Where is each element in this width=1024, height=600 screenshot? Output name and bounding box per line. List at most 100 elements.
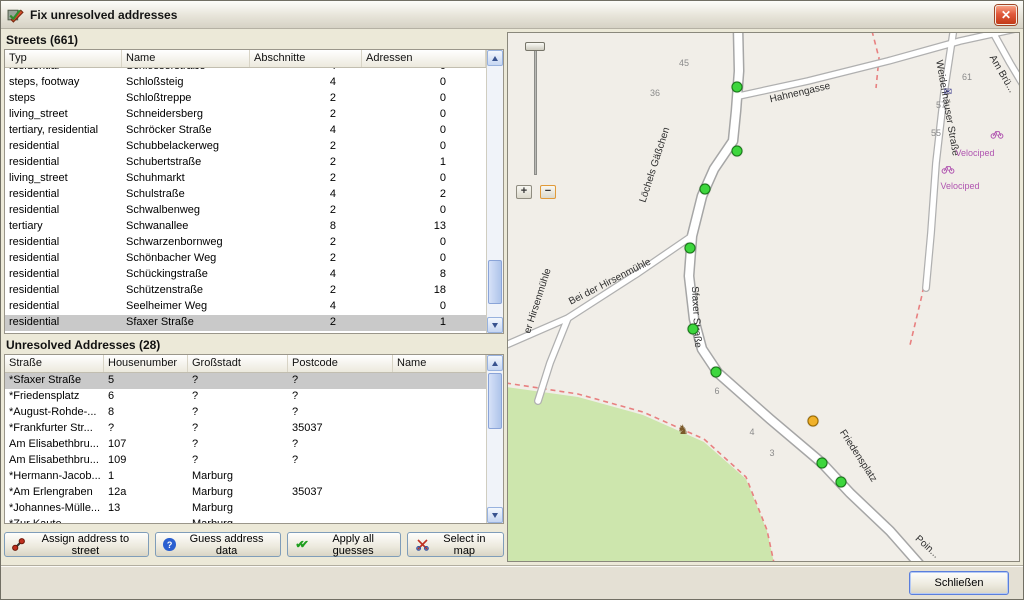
table-row[interactable]: residentialSeelheimer Weg40 (5, 299, 486, 315)
zoom-slider-handle[interactable] (525, 42, 545, 51)
column-header-strasse[interactable]: Straße (5, 355, 104, 372)
table-cell: 0 (362, 91, 486, 107)
table-row[interactable]: *Sfaxer Straße5?? (5, 373, 486, 389)
table-cell: 0 (362, 75, 486, 91)
table-cell (104, 517, 188, 523)
zoom-in-button[interactable]: + (516, 185, 532, 199)
table-row[interactable]: steps, footwaySchloßsteig40 (5, 75, 486, 91)
table-cell: ? (188, 421, 288, 437)
table-row[interactable]: residentialSfaxer Straße21 (5, 315, 486, 331)
table-cell: 0 (362, 107, 486, 123)
table-cell: Schloßsteig (122, 75, 250, 91)
table-cell: 2 (250, 235, 362, 251)
table-row[interactable]: tertiary, residentialSchröcker Straße40 (5, 123, 486, 139)
apply-guesses-button[interactable]: ✔✔ Apply all guesses (287, 532, 401, 557)
table-cell: 0 (362, 203, 486, 219)
table-row[interactable]: stepsSchloßtreppe20 (5, 91, 486, 107)
close-icon[interactable]: ✕ (995, 5, 1017, 25)
table-row[interactable]: *August-Rohde-...8?? (5, 405, 486, 421)
table-cell: 4 (250, 123, 362, 139)
table-row[interactable]: residentialSchubertstraße21 (5, 155, 486, 171)
map-view[interactable]: HahnengasseLöchels GäßchenWeidenhäuser S… (507, 32, 1020, 562)
column-header-postcode[interactable]: Postcode (288, 355, 393, 372)
column-header-housenumber[interactable]: Housenumber (104, 355, 188, 372)
table-cell: *Frankfurter Str... (5, 421, 104, 437)
select-in-map-button[interactable]: Select in map (407, 532, 504, 557)
guess-address-button[interactable]: ? Guess address data (155, 532, 281, 557)
street-label: Hahnengasse (769, 81, 832, 106)
table-cell: 35037 (288, 485, 393, 501)
table-row[interactable]: residentialSchlosserstraße40 (5, 68, 486, 75)
table-row[interactable]: residentialSchwarzenbornweg20 (5, 235, 486, 251)
address-marker-green[interactable] (685, 243, 696, 254)
table-row[interactable]: *Hermann-Jacob...1Marburg (5, 469, 486, 485)
table-row[interactable]: living_streetSchuhmarkt20 (5, 171, 486, 187)
table-cell: tertiary (5, 219, 122, 235)
table-cell: 4 (250, 187, 362, 203)
table-cell: Schubertstraße (122, 155, 250, 171)
table-cell: 0 (362, 171, 486, 187)
column-header-grossstadt[interactable]: Großstadt (188, 355, 288, 372)
address-marker-green[interactable] (700, 184, 711, 195)
address-marker-green[interactable] (732, 146, 743, 157)
zoom-out-button[interactable]: − (540, 185, 556, 199)
title-bar[interactable]: Fix unresolved addresses ✕ (1, 1, 1023, 29)
table-cell: ? (188, 453, 288, 469)
house-number-label: 4 (749, 427, 754, 437)
table-row[interactable]: *Friedensplatz6?? (5, 389, 486, 405)
column-header-name[interactable]: Name (393, 355, 486, 372)
scroll-thumb[interactable] (488, 373, 502, 429)
address-marker-orange[interactable] (808, 416, 819, 427)
table-cell: residential (5, 139, 122, 155)
house-number-label: 45 (679, 58, 689, 68)
table-row[interactable]: *Zur Kaute...Marburg (5, 517, 486, 523)
scroll-down-button[interactable] (487, 317, 503, 333)
scroll-thumb[interactable] (488, 260, 502, 304)
addresses-vertical-scrollbar[interactable] (486, 355, 503, 523)
schliessen-button[interactable]: Schließen (909, 571, 1009, 595)
scroll-up-button[interactable] (487, 355, 503, 371)
table-row[interactable]: residentialSchubbelackerweg20 (5, 139, 486, 155)
table-row[interactable]: residentialSchulstraße42 (5, 187, 486, 203)
streets-vertical-scrollbar[interactable] (486, 50, 503, 333)
table-cell: *August-Rohde-... (5, 405, 104, 421)
table-cell: 5 (104, 373, 188, 389)
table-cell: 109 (104, 453, 188, 469)
house-number-label: 57 (936, 100, 946, 110)
table-cell: 1 (362, 155, 486, 171)
table-row[interactable]: *Frankfurter Str...??35037 (5, 421, 486, 437)
addresses-table-rows: *Sfaxer Straße5??*Friedensplatz6??*Augus… (5, 373, 486, 523)
table-row[interactable]: Am Elisabethbru...109?? (5, 453, 486, 469)
table-row[interactable]: living_streetSchneidersberg20 (5, 107, 486, 123)
table-cell: Schuhmarkt (122, 171, 250, 187)
column-header-name[interactable]: Name (122, 50, 250, 67)
address-marker-green[interactable] (836, 477, 847, 488)
column-header-abschnitte[interactable]: Abschnitte (250, 50, 362, 67)
scroll-up-button[interactable] (487, 50, 503, 66)
table-row[interactable]: *Johannes-Mülle...13Marburg (5, 501, 486, 517)
table-cell: ? (188, 405, 288, 421)
table-row[interactable]: residentialSchützenstraße218 (5, 283, 486, 299)
street-label: Am Brü... (987, 53, 1017, 95)
assign-address-button[interactable]: Assign address to street (4, 532, 149, 557)
table-row[interactable]: residentialSchückingstraße48 (5, 267, 486, 283)
dialog-content: Streets (661) Typ Name Abschnitte Adress… (1, 29, 1023, 565)
arrow-down-icon (492, 323, 498, 328)
address-marker-green[interactable] (817, 458, 828, 469)
scroll-down-button[interactable] (487, 507, 503, 523)
address-marker-green[interactable] (732, 82, 743, 93)
table-row[interactable]: residentialSchönbacher Weg20 (5, 251, 486, 267)
table-cell: 107 (104, 437, 188, 453)
table-row[interactable]: Am Elisabethbru...107?? (5, 437, 486, 453)
table-row[interactable]: tertiarySchwanallee813 (5, 219, 486, 235)
address-marker-green[interactable] (688, 324, 699, 335)
table-row[interactable]: *Am Erlengraben12aMarburg35037 (5, 485, 486, 501)
address-marker-green[interactable] (711, 367, 722, 378)
column-header-typ[interactable]: Typ (5, 50, 122, 67)
zoom-slider[interactable] (534, 47, 537, 175)
column-header-adressen[interactable]: Adressen (362, 50, 486, 67)
table-cell: Schubbelackerweg (122, 139, 250, 155)
table-cell (393, 389, 486, 405)
table-row[interactable]: residentialSchwalbenweg20 (5, 203, 486, 219)
table-cell: ? (188, 437, 288, 453)
